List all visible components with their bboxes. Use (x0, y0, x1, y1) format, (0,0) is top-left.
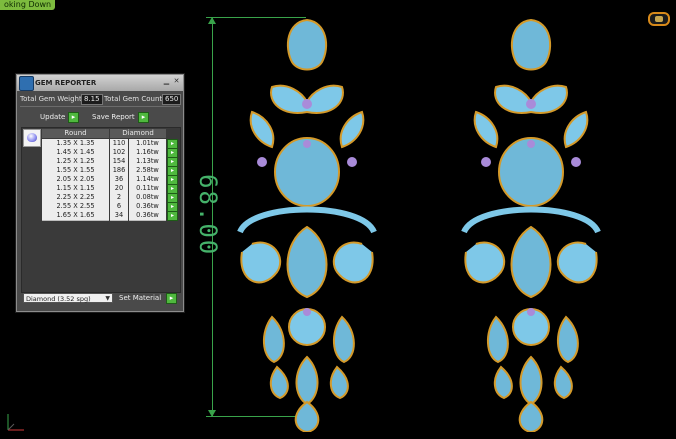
gem-table: Round Diamond 1.35 X 1.35 110 1.01tw ▸ 1.45 … (21, 127, 181, 293)
dimension-value: 68.00 (194, 174, 222, 257)
total-count-value: 650 (162, 94, 182, 105)
table-row[interactable]: 1.45 X 1.45 102 1.16tw ▸ (42, 148, 178, 158)
total-count-label: Total Gem Count (104, 95, 163, 103)
table-row[interactable]: 1.15 X 1.15 20 0.11tw ▸ (42, 184, 178, 194)
actions-row: Update ▸ Save Report ▸ (20, 111, 180, 123)
chevron-down-icon: ▼ (105, 295, 110, 302)
dimension-arrow-bottom (208, 410, 216, 417)
column-header-diamond: Diamond (110, 129, 166, 138)
gem-count-cell: 34 (110, 211, 128, 221)
earring-render-left (237, 18, 377, 432)
update-button[interactable]: ▸ (68, 112, 79, 123)
viewport-label[interactable]: oking Down (0, 0, 56, 10)
material-select[interactable]: Diamond (3.52 spg) ▼ (23, 293, 113, 303)
total-weight-label: Total Gem Weight (20, 95, 82, 103)
table-row[interactable]: 2.55 X 2.55 6 0.36tw ▸ (42, 202, 178, 212)
table-row[interactable]: 2.25 X 2.25 2 0.08tw ▸ (42, 193, 178, 203)
select-row-button[interactable]: ▸ (167, 211, 178, 221)
divider (20, 106, 180, 107)
save-report-label[interactable]: Save Report (92, 111, 135, 123)
panel-title: GEM REPORTER (35, 79, 97, 87)
panel-titlebar[interactable]: GEM REPORTER ▁ ✕ (17, 75, 183, 91)
view-cube-icon[interactable] (648, 12, 670, 26)
material-row: Diamond (3.52 spg) ▼ Set Material ▸ (21, 292, 179, 304)
earring-render-right (461, 18, 601, 432)
table-row[interactable]: 1.35 X 1.35 110 1.01tw ▸ (42, 139, 178, 149)
axis-gizmo-icon (7, 414, 24, 431)
column-header-round: Round (42, 129, 109, 138)
gem-weight-cell: 0.36tw (129, 211, 166, 221)
gem-reporter-panel[interactable]: GEM REPORTER ▁ ✕ Total Gem Weight 8.15 T… (16, 74, 184, 312)
table-row[interactable]: 2.05 X 2.05 36 1.14tw ▸ (42, 175, 178, 185)
diamond-icon (23, 129, 41, 147)
close-button[interactable]: ✕ (173, 78, 180, 85)
minimize-button[interactable]: ▁ (163, 78, 170, 85)
gem-reporter-icon (19, 76, 34, 91)
gem-size-cell: 1.65 X 1.65 (42, 211, 109, 221)
set-material-button[interactable]: ▸ (166, 293, 177, 304)
set-material-label[interactable]: Set Material (119, 292, 161, 304)
dimension-arrow-top (208, 17, 216, 24)
table-row[interactable]: 1.65 X 1.65 34 0.36tw ▸ (42, 211, 178, 221)
update-label[interactable]: Update (40, 111, 65, 123)
totals-row: Total Gem Weight 8.15 Total Gem Count 65… (20, 94, 182, 105)
material-select-value: Diamond (3.52 spg) (26, 295, 91, 303)
save-report-button[interactable]: ▸ (138, 112, 149, 123)
table-row[interactable]: 1.55 X 1.55 186 2.58tw ▸ (42, 166, 178, 176)
table-row[interactable]: 1.25 X 1.25 154 1.13tw ▸ (42, 157, 178, 167)
total-weight-value: 8.15 (81, 94, 103, 105)
